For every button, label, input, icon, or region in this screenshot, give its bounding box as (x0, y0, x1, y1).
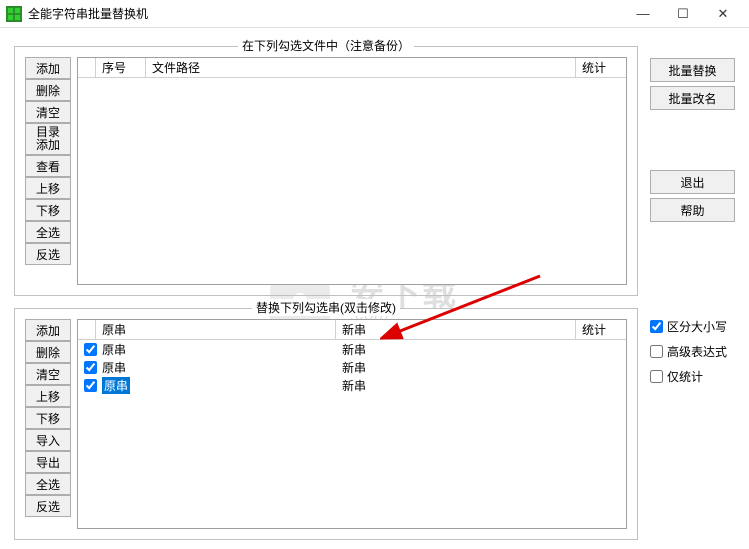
files-btn-3[interactable]: 目录添加 (25, 123, 71, 155)
files-btn-5[interactable]: 上移 (25, 177, 71, 199)
strings-col-old[interactable]: 原串 (96, 320, 336, 339)
strings-grid[interactable]: 原串 新串 统计 原串新串原串新串原串新串 (77, 319, 627, 529)
files-groupbox: 在下列勾选文件中（注意备份） 添加删除清空目录添加查看上移下移全选反选 序号 文… (14, 46, 638, 296)
table-row[interactable]: 原串新串 (78, 340, 626, 358)
files-col-stats[interactable]: 统计 (576, 58, 626, 77)
exit-button[interactable]: 退出 (650, 170, 735, 194)
strings-groupbox: 替换下列勾选串(双击修改) 添加删除清空上移下移导入导出全选反选 原串 新串 统… (14, 308, 638, 540)
row-old[interactable]: 原串 (96, 358, 336, 377)
strings-col-new[interactable]: 新串 (336, 320, 576, 339)
app-icon (6, 6, 22, 22)
table-row[interactable]: 原串新串 (78, 376, 626, 394)
files-btn-0[interactable]: 添加 (25, 57, 71, 79)
files-col-path[interactable]: 文件路径 (146, 58, 576, 77)
files-btn-6[interactable]: 下移 (25, 199, 71, 221)
files-legend: 在下列勾选文件中（注意备份） (238, 37, 414, 54)
options-group: 区分大小写 高级表达式 仅统计 (650, 318, 727, 393)
files-grid[interactable]: 序号 文件路径 统计 (77, 57, 627, 285)
row-new[interactable]: 新串 (336, 340, 576, 359)
row-stats (576, 366, 626, 368)
stats-only-checkbox[interactable]: 仅统计 (650, 368, 727, 385)
files-btn-8[interactable]: 反选 (25, 243, 71, 265)
close-button[interactable]: ✕ (703, 0, 743, 28)
strings-col-stats[interactable]: 统计 (576, 320, 626, 339)
maximize-button[interactable]: ☐ (663, 0, 703, 28)
row-stats (576, 384, 626, 386)
files-btn-4[interactable]: 查看 (25, 155, 71, 177)
strings-btn-2[interactable]: 清空 (25, 363, 71, 385)
titlebar: 全能字符串批量替换机 — ☐ ✕ (0, 0, 749, 28)
strings-btn-4[interactable]: 下移 (25, 407, 71, 429)
row-new[interactable]: 新串 (336, 376, 576, 395)
table-row[interactable]: 原串新串 (78, 358, 626, 376)
case-sensitive-checkbox[interactable]: 区分大小写 (650, 318, 727, 335)
window-title: 全能字符串批量替换机 (28, 5, 623, 22)
strings-btn-3[interactable]: 上移 (25, 385, 71, 407)
files-btn-7[interactable]: 全选 (25, 221, 71, 243)
row-stats (576, 348, 626, 350)
right-button-column: 批量替换 批量改名 退出 帮助 (650, 58, 735, 226)
files-col-index[interactable]: 序号 (96, 58, 146, 77)
minimize-button[interactable]: — (623, 0, 663, 28)
strings-col-check[interactable] (78, 320, 96, 339)
strings-button-column: 添加删除清空上移下移导入导出全选反选 (25, 319, 71, 517)
strings-btn-7[interactable]: 全选 (25, 473, 71, 495)
files-col-check[interactable] (78, 58, 96, 77)
advanced-expr-checkbox[interactable]: 高级表达式 (650, 343, 727, 360)
strings-legend: 替换下列勾选串(双击修改) (252, 299, 400, 316)
strings-btn-5[interactable]: 导入 (25, 429, 71, 451)
strings-btn-6[interactable]: 导出 (25, 451, 71, 473)
strings-btn-1[interactable]: 删除 (25, 341, 71, 363)
row-new[interactable]: 新串 (336, 358, 576, 377)
batch-rename-button[interactable]: 批量改名 (650, 86, 735, 110)
files-btn-1[interactable]: 删除 (25, 79, 71, 101)
batch-replace-button[interactable]: 批量替换 (650, 58, 735, 82)
files-button-column: 添加删除清空目录添加查看上移下移全选反选 (25, 57, 71, 265)
strings-btn-8[interactable]: 反选 (25, 495, 71, 517)
row-old[interactable]: 原串 (96, 376, 336, 395)
row-old[interactable]: 原串 (96, 340, 336, 359)
strings-btn-0[interactable]: 添加 (25, 319, 71, 341)
help-button[interactable]: 帮助 (650, 198, 735, 222)
files-btn-2[interactable]: 清空 (25, 101, 71, 123)
